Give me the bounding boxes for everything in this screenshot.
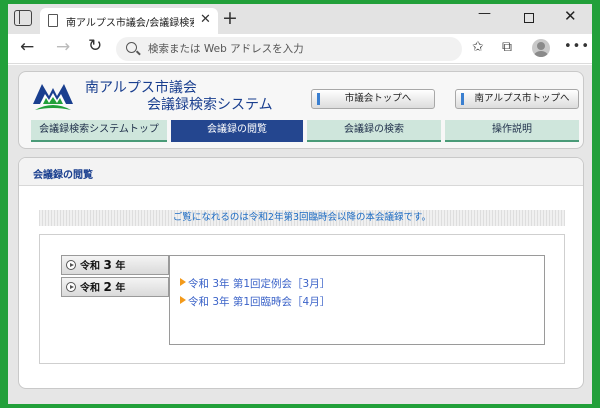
address-input[interactable] — [148, 39, 448, 59]
site-header: 南アルプス市議会 会議録検索システム 市議会トップへ 南アルプス市トップへ 会議… — [18, 71, 584, 149]
session-link-regular-1[interactable]: 令和 3年 第1回定例会［3月］ — [180, 276, 330, 291]
minimize-icon[interactable]: — — [478, 6, 491, 21]
main-panel: 会議録の閲覧 ご覧になれるのは令和2年第3回臨時会以降の本会議録です。 令和 3… — [18, 157, 584, 389]
session-link-extra-1[interactable]: 令和 3年 第1回臨時会［4月］ — [180, 294, 330, 309]
browser-toolbar: ← → ↻ ✩ ⧉ ••• — [8, 34, 592, 64]
tab-close-icon[interactable]: ✕ — [200, 12, 211, 27]
year-button-r3[interactable]: 令和 3 年 — [61, 255, 169, 275]
nav-tab-help[interactable]: 操作説明 — [445, 120, 579, 142]
browser-tab[interactable]: 南アルプス市議会/会議録検索シス… ✕ — [40, 8, 218, 34]
window-close-icon[interactable]: ✕ — [564, 7, 577, 25]
tab-bar: 南アルプス市議会/会議録検索シス… ✕ + — ✕ — [8, 4, 592, 34]
forward-icon[interactable]: → — [56, 37, 70, 57]
session-list: 令和 3年 第1回定例会［3月］ 令和 3年 第1回臨時会［4月］ — [169, 255, 545, 345]
page-icon — [48, 14, 58, 27]
year-suffix: 年 — [115, 261, 126, 272]
favorites-icon[interactable]: ✩ — [472, 39, 484, 55]
tab-title: 南アルプス市議会/会議録検索シス… — [66, 18, 194, 29]
reload-icon[interactable]: ↻ — [88, 36, 102, 56]
year-number: 3 — [103, 258, 112, 272]
profile-avatar[interactable] — [532, 39, 550, 57]
browser-window: 南アルプス市議会/会議録検索シス… ✕ + — ✕ ← → ↻ ✩ ⧉ ••• … — [8, 4, 592, 404]
year-button-r2[interactable]: 令和 2 年 — [61, 277, 169, 297]
year-suffix: 年 — [115, 283, 126, 294]
page-content: 南アルプス市議会 会議録検索システム 市議会トップへ 南アルプス市トップへ 会議… — [8, 65, 592, 404]
maximize-icon[interactable] — [524, 13, 534, 23]
nav-tab-search-top[interactable]: 会議録検索システムトップ — [31, 120, 167, 142]
collections-icon[interactable]: ⧉ — [502, 39, 512, 55]
nav-tab-browse[interactable]: 会議録の閲覧 — [171, 120, 303, 142]
council-top-button[interactable]: 市議会トップへ — [311, 89, 435, 109]
panel-header: 会議録の閲覧 — [19, 158, 583, 186]
tab-actions-icon[interactable] — [14, 10, 32, 26]
back-icon[interactable]: ← — [20, 37, 34, 57]
year-era: 令和 — [80, 261, 100, 272]
new-tab-icon[interactable]: + — [222, 7, 238, 29]
address-bar[interactable] — [116, 37, 462, 61]
notice-banner: ご覧になれるのは令和2年第3回臨時会以降の本会議録です。 — [39, 210, 565, 226]
play-circle-icon — [66, 260, 76, 270]
site-logo — [33, 84, 73, 110]
city-top-button[interactable]: 南アルプス市トップへ — [455, 89, 579, 109]
year-number: 2 — [103, 280, 112, 294]
year-era: 令和 — [80, 283, 100, 294]
nav-tab-search[interactable]: 会議録の検索 — [307, 120, 441, 142]
year-label: 令和 3 年 — [80, 256, 125, 276]
panel-title: 会議録の閲覧 — [33, 170, 93, 181]
site-title-line2: 会議録検索システム — [147, 97, 273, 113]
search-icon — [126, 42, 137, 53]
year-label: 令和 2 年 — [80, 278, 125, 298]
record-list: 令和 3 年 令和 2 年 令和 3年 第1回定例会［3月］ 令和 3年 第1回 — [39, 234, 565, 364]
play-circle-icon — [66, 282, 76, 292]
more-options-icon[interactable]: ••• — [564, 39, 590, 54]
